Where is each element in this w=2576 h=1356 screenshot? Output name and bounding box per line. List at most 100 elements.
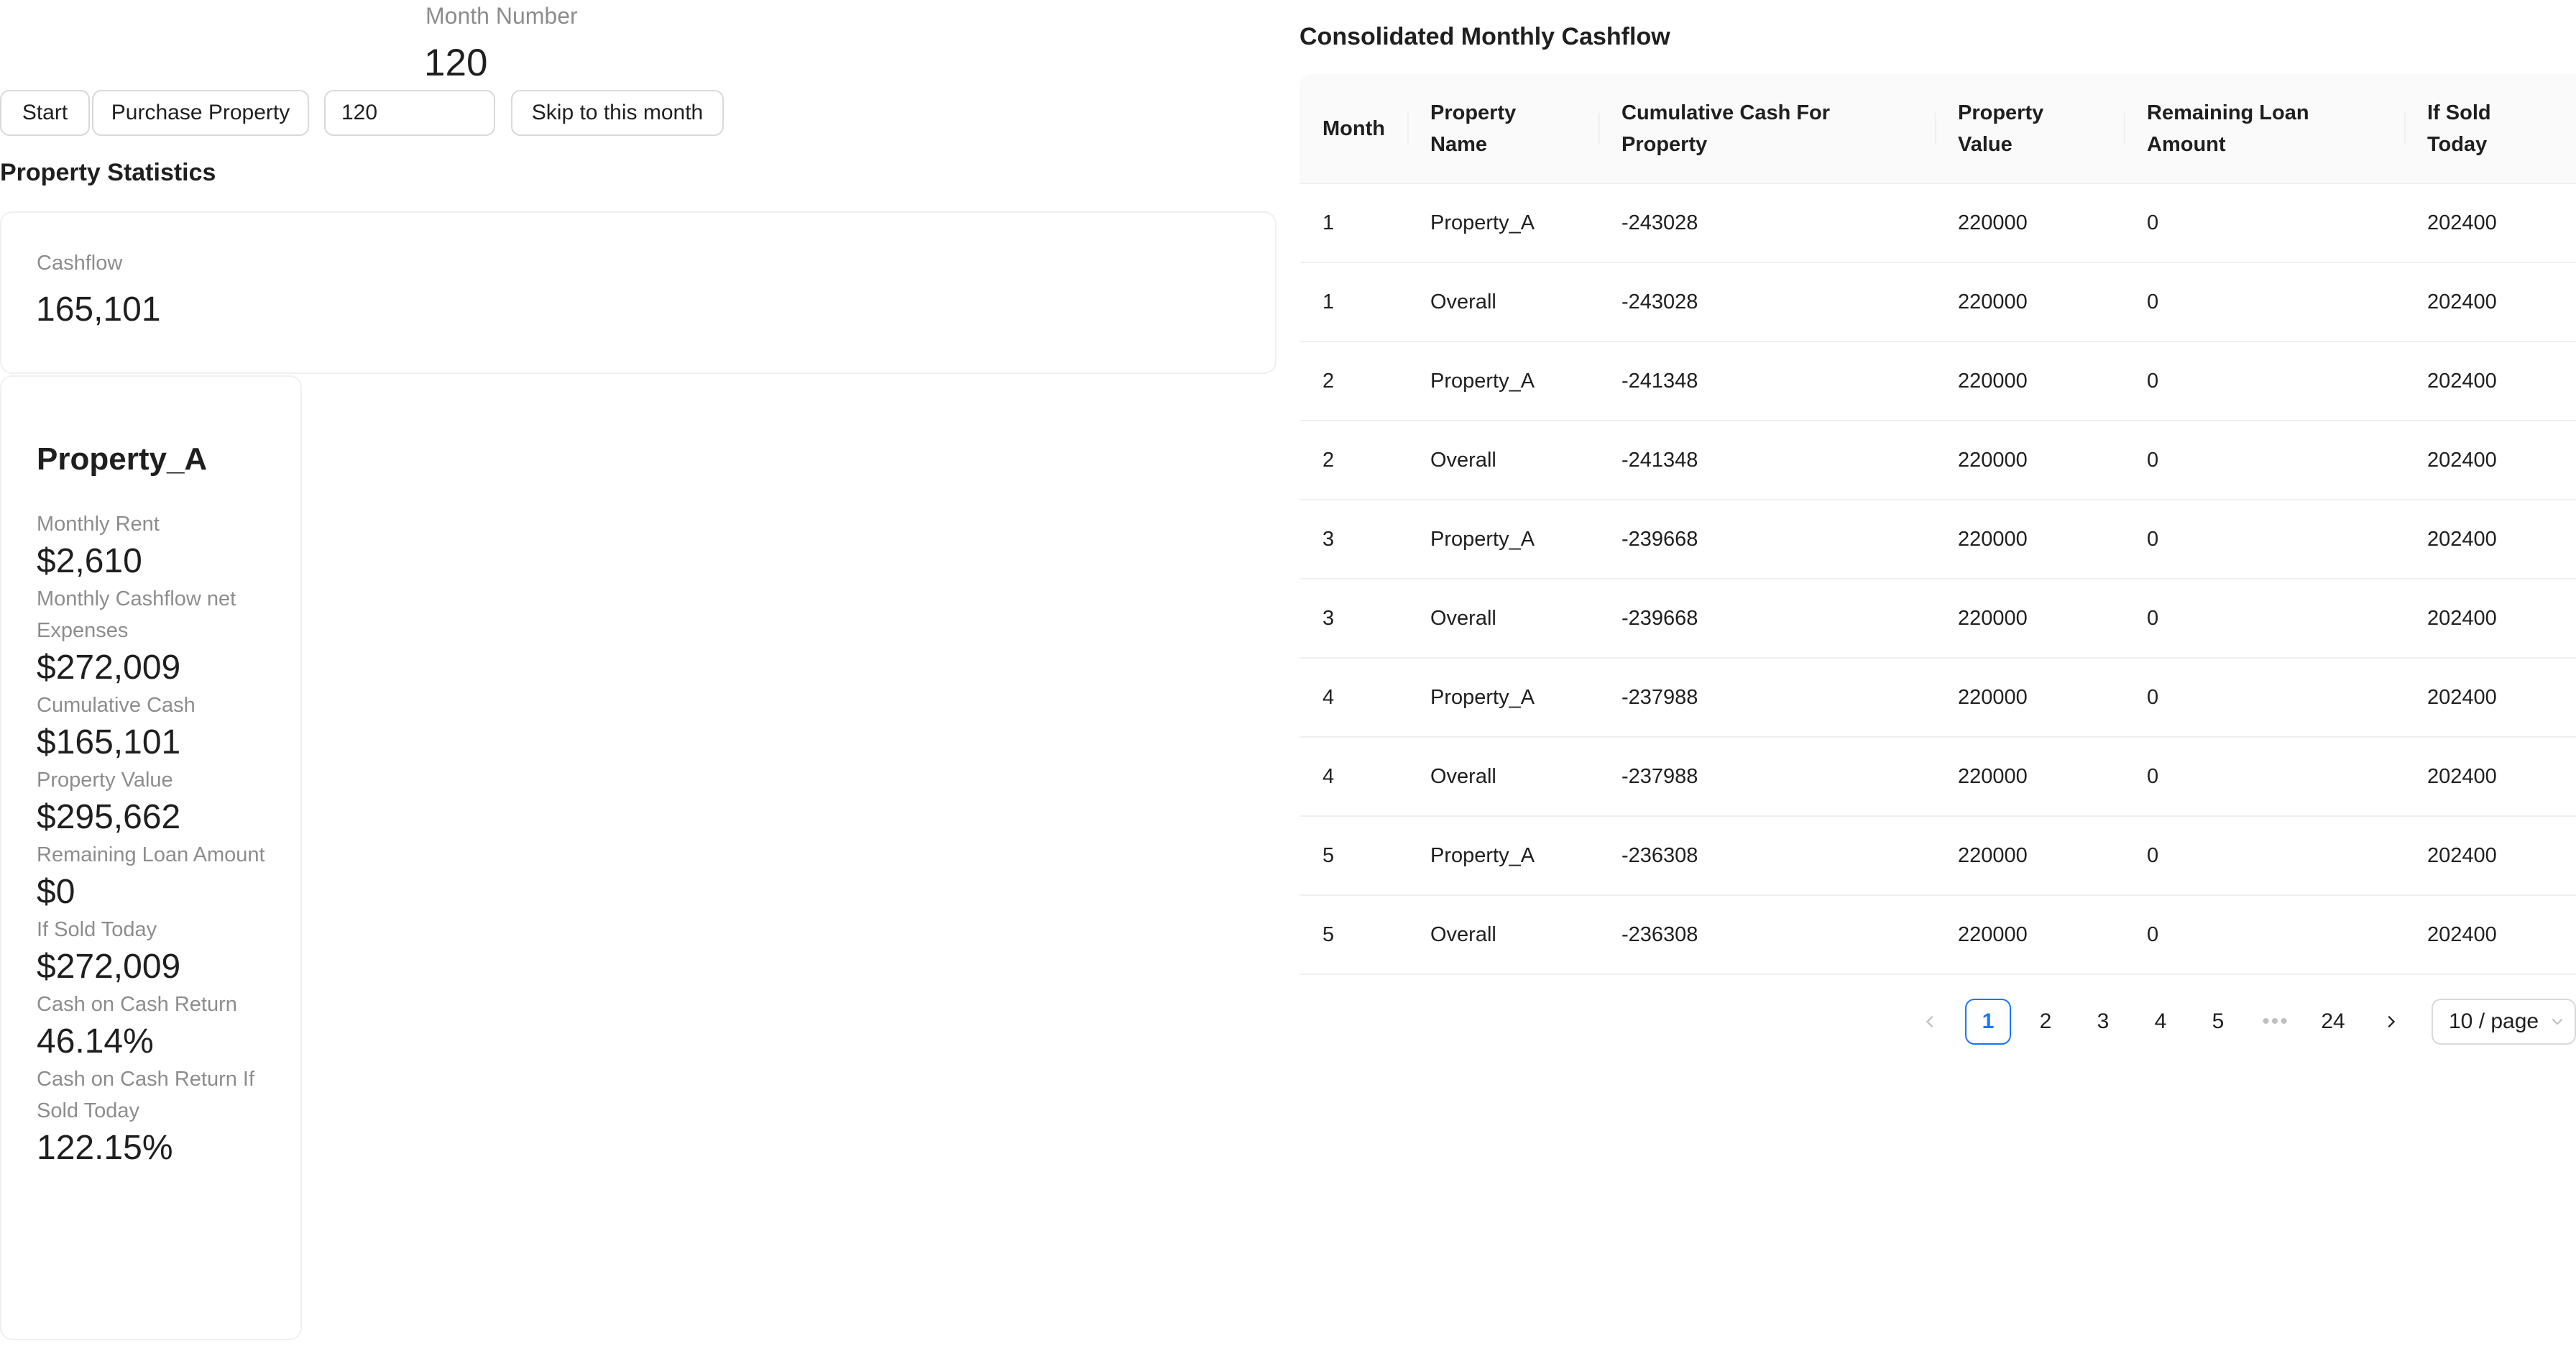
cell-month: 2: [1300, 342, 1407, 421]
stat-label: Monthly Rent: [37, 513, 160, 536]
cell-property-value: 220000: [1935, 262, 2124, 342]
month-number-value: 120: [424, 42, 488, 84]
table-row: 5 Overall -236308 220000 0 202400: [1300, 895, 2576, 975]
page-5[interactable]: 5: [2195, 999, 2241, 1045]
cell-property-name: Overall: [1407, 579, 1598, 659]
page-1[interactable]: 1: [1965, 999, 2011, 1045]
cell-if-sold-today: 202400: [2404, 658, 2576, 738]
table-row: 1 Overall -243028 220000 0 202400: [1300, 262, 2576, 342]
cell-property-value: 220000: [1935, 421, 2124, 500]
cell-property-name: Property_A: [1407, 816, 1598, 896]
cell-property-value: 220000: [1935, 342, 2124, 421]
column-header-if-sold-today[interactable]: If Sold Today: [2404, 74, 2576, 184]
stat-value: $0: [37, 873, 75, 911]
stat-cash-on-cash-return: Cash on Cash Return 46.14%: [37, 989, 290, 1063]
table-row: 5 Property_A -236308 220000 0 202400: [1300, 816, 2576, 896]
cell-cumulative-cash: -237988: [1598, 658, 1935, 738]
cell-property-value: 220000: [1935, 816, 2124, 896]
cell-remaining-loan: 0: [2124, 421, 2404, 500]
month-input[interactable]: [324, 90, 495, 136]
chevron-right-icon[interactable]: [2368, 999, 2414, 1045]
cell-property-name: Overall: [1407, 421, 1598, 500]
page-24[interactable]: 24: [2310, 999, 2356, 1045]
table-row: 3 Property_A -239668 220000 0 202400: [1300, 500, 2576, 579]
cell-property-name: Property_A: [1407, 183, 1598, 263]
page-3[interactable]: 3: [2080, 999, 2126, 1045]
stat-cumulative-cash: Cumulative Cash $165,101: [37, 690, 290, 764]
table-row: 4 Overall -237988 220000 0 202400: [1300, 737, 2576, 817]
stat-label: Monthly Cashflow net Expenses: [37, 587, 236, 642]
table-row: 1 Property_A -243028 220000 0 202400: [1300, 183, 2576, 263]
column-header-remaining-loan[interactable]: Remaining Loan Amount: [2124, 74, 2404, 184]
purchase-property-button[interactable]: Purchase Property: [92, 90, 309, 136]
cell-month: 1: [1300, 262, 1407, 342]
property-card: Property_A Monthly Rent $2,610 Monthly C…: [0, 375, 302, 1340]
column-header-property-name[interactable]: Property Name: [1407, 74, 1598, 184]
stat-monthly-rent: Monthly Rent $2,610: [37, 508, 290, 583]
stat-monthly-cashflow: Monthly Cashflow net Expenses $272,009: [37, 583, 290, 690]
cell-property-value: 220000: [1935, 579, 2124, 659]
cell-month: 4: [1300, 658, 1407, 738]
cell-remaining-loan: 0: [2124, 658, 2404, 738]
page-size-select[interactable]: 10 / page: [2432, 999, 2576, 1045]
ellipsis-icon[interactable]: •••: [2253, 999, 2299, 1045]
stat-value: $295,662: [37, 798, 181, 836]
cell-property-value: 220000: [1935, 658, 2124, 738]
cell-cumulative-cash: -243028: [1598, 183, 1935, 263]
cell-remaining-loan: 0: [2124, 342, 2404, 421]
stat-remaining-loan: Remaining Loan Amount $0: [37, 839, 290, 914]
cell-month: 5: [1300, 895, 1407, 975]
pagination: 1 2 3 4 5 ••• 24: [1902, 999, 2419, 1045]
stat-label: Cumulative Cash: [37, 694, 196, 717]
cashflow-table-heading: Consolidated Monthly Cashflow: [1300, 23, 1670, 50]
stat-value: $272,009: [37, 649, 181, 687]
cell-cumulative-cash: -243028: [1598, 262, 1935, 342]
cell-property-name: Property_A: [1407, 500, 1598, 579]
stat-value: $272,009: [37, 948, 181, 986]
stat-label: Cash on Cash Return: [37, 993, 237, 1016]
stat-if-sold-today: If Sold Today $272,009: [37, 914, 290, 989]
cell-if-sold-today: 202400: [2404, 579, 2576, 659]
cell-if-sold-today: 202400: [2404, 737, 2576, 817]
column-header-cumulative-cash[interactable]: Cumulative Cash For Property: [1598, 74, 1935, 184]
stat-label: Property Value: [37, 769, 173, 792]
column-header-property-value[interactable]: Property Value: [1935, 74, 2124, 184]
cell-month: 2: [1300, 421, 1407, 500]
cell-property-value: 220000: [1935, 737, 2124, 817]
cell-property-name: Property_A: [1407, 342, 1598, 421]
table-row: 2 Property_A -241348 220000 0 202400: [1300, 342, 2576, 421]
chevron-left-icon[interactable]: [1908, 999, 1954, 1045]
cell-if-sold-today: 202400: [2404, 183, 2576, 263]
cell-remaining-loan: 0: [2124, 737, 2404, 817]
stat-label: Remaining Loan Amount: [37, 843, 265, 866]
cashflow-label: Cashflow: [37, 252, 123, 275]
property-statistics-heading: Property Statistics: [0, 159, 216, 186]
page-4[interactable]: 4: [2138, 999, 2184, 1045]
cashflow-card: Cashflow 165,101: [0, 211, 1276, 374]
cell-property-name: Overall: [1407, 737, 1598, 817]
cell-if-sold-today: 202400: [2404, 262, 2576, 342]
stat-value: $165,101: [37, 723, 181, 761]
cell-month: 1: [1300, 183, 1407, 263]
cell-property-name: Overall: [1407, 895, 1598, 975]
skip-to-month-button[interactable]: Skip to this month: [511, 90, 724, 136]
cashflow-table: Month Property Name Cumulative Cash For …: [1300, 74, 2576, 975]
cell-if-sold-today: 202400: [2404, 895, 2576, 975]
table-row: 3 Overall -239668 220000 0 202400: [1300, 579, 2576, 659]
page-2[interactable]: 2: [2023, 999, 2069, 1045]
cell-cumulative-cash: -236308: [1598, 895, 1935, 975]
cell-property-value: 220000: [1935, 500, 2124, 579]
cashflow-value: 165,101: [36, 290, 161, 329]
start-button[interactable]: Start: [0, 90, 90, 136]
cell-remaining-loan: 0: [2124, 816, 2404, 896]
cell-month: 4: [1300, 737, 1407, 817]
stat-value: 46.14%: [37, 1022, 154, 1060]
cell-remaining-loan: 0: [2124, 183, 2404, 263]
cell-cumulative-cash: -239668: [1598, 500, 1935, 579]
cell-property-value: 220000: [1935, 183, 2124, 263]
stat-value: 122.15%: [37, 1129, 173, 1167]
cell-cumulative-cash: -241348: [1598, 342, 1935, 421]
column-header-month[interactable]: Month: [1300, 74, 1407, 184]
cell-remaining-loan: 0: [2124, 895, 2404, 975]
cell-if-sold-today: 202400: [2404, 342, 2576, 421]
